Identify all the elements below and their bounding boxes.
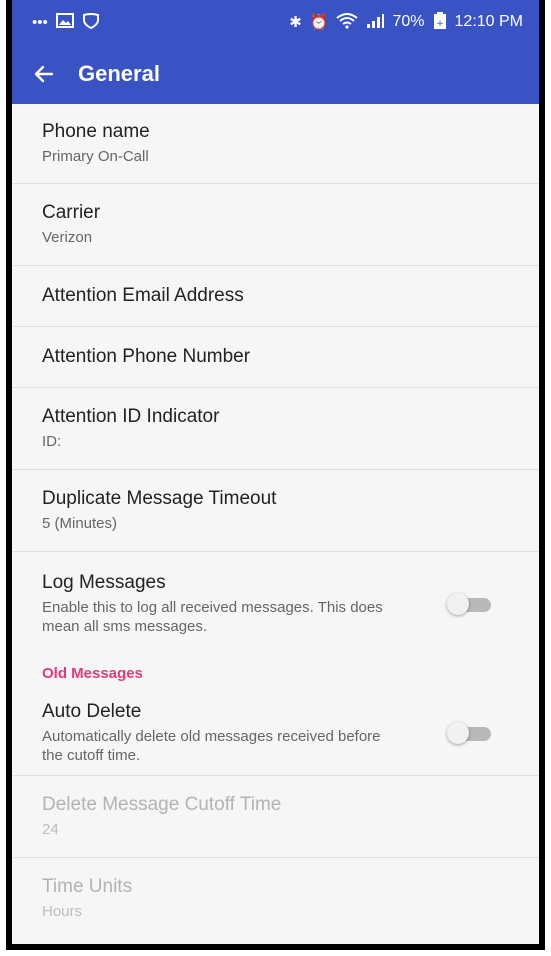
setting-carrier[interactable]: Carrier Verizon <box>12 184 539 266</box>
setting-texts: Time Units Hours <box>42 876 132 921</box>
setting-value: 5 (Minutes) <box>42 515 118 532</box>
setting-auto-delete[interactable]: Auto Delete Automatically delete old mes… <box>12 690 539 776</box>
setting-value: Primary On-Call <box>42 148 149 165</box>
section-header-old-messages: Old Messages <box>42 664 143 682</box>
setting-title: Attention Phone Number <box>42 346 251 367</box>
setting-duplicate-timeout[interactable]: Duplicate Message Timeout 5 (Minutes) <box>12 470 539 552</box>
setting-texts: Phone name Primary On-Call <box>42 121 150 166</box>
toggle-thumb <box>447 721 469 744</box>
alarm-icon: ⏰ <box>309 13 329 31</box>
setting-texts: Attention ID Indicator ID: <box>42 406 219 451</box>
setting-delete-cutoff: Delete Message Cutoff Time 24 <box>12 776 539 858</box>
toggle-thumb <box>447 593 469 615</box>
battery-level: 70% <box>392 13 425 30</box>
setting-title: Duplicate Message Timeout <box>42 488 277 509</box>
setting-texts: Auto Delete Automatically delete old mes… <box>42 701 402 765</box>
setting-phone-name[interactable]: Phone name Primary On-Call <box>12 104 539 184</box>
battery-icon: + <box>433 11 447 33</box>
wifi-icon <box>336 12 359 32</box>
back-button[interactable] <box>24 54 64 94</box>
shield-icon <box>82 12 100 33</box>
setting-title: Delete Message Cutoff Time <box>42 794 282 815</box>
status-right: ✱ ⏰ 70% + 12:10 PM <box>289 11 523 33</box>
setting-texts: Delete Message Cutoff Time 24 <box>42 794 281 839</box>
setting-summary: Enable this to log all received messages… <box>42 599 383 635</box>
setting-log-messages[interactable]: Log Messages Enable this to log all rece… <box>12 552 539 656</box>
status-bar: ••• ✱ ⏰ 70% + 12:10 PM <box>12 0 539 44</box>
app-bar: General <box>12 44 539 104</box>
setting-title: Log Messages <box>42 572 166 593</box>
setting-title: Attention ID Indicator <box>42 406 220 427</box>
dots-icon: ••• <box>32 13 48 31</box>
setting-title: Time Units <box>42 875 133 897</box>
setting-value: 24 <box>42 821 59 838</box>
bluetooth-icon: ✱ <box>289 13 302 31</box>
setting-texts: Log Messages Enable this to log all rece… <box>42 572 422 636</box>
setting-attention-email[interactable]: Attention Email Address <box>12 266 539 327</box>
status-left: ••• <box>32 12 100 33</box>
auto-delete-toggle[interactable] <box>447 721 493 744</box>
setting-summary: Automatically delete old messages receiv… <box>42 727 381 764</box>
setting-texts: Carrier Verizon <box>42 202 100 247</box>
arrow-back-icon <box>34 65 54 83</box>
setting-value: ID: <box>42 433 62 450</box>
setting-attention-id[interactable]: Attention ID Indicator ID: <box>12 388 539 470</box>
setting-title: Attention Email Address <box>42 285 244 306</box>
phone-frame: ••• ✱ ⏰ 70% + 12:10 PM General Phone nam… <box>6 0 545 950</box>
image-icon <box>55 13 74 31</box>
setting-texts: Duplicate Message Timeout 5 (Minutes) <box>42 488 276 533</box>
setting-title: Auto Delete <box>42 700 142 722</box>
setting-value: Hours <box>42 902 83 920</box>
setting-title: Phone name <box>42 121 150 142</box>
setting-value: Verizon <box>42 229 93 246</box>
setting-time-units: Time Units Hours <box>12 858 539 938</box>
signal-icon <box>366 13 385 32</box>
setting-texts: Attention Phone Number <box>42 346 250 368</box>
setting-texts: Attention Email Address <box>42 285 244 307</box>
page-title: General <box>78 61 160 86</box>
svg-text:+: + <box>436 19 444 29</box>
setting-attention-phone[interactable]: Attention Phone Number <box>12 327 539 388</box>
setting-title: Carrier <box>42 202 101 223</box>
log-messages-toggle[interactable] <box>447 593 493 615</box>
clock: 12:10 PM <box>454 13 523 30</box>
